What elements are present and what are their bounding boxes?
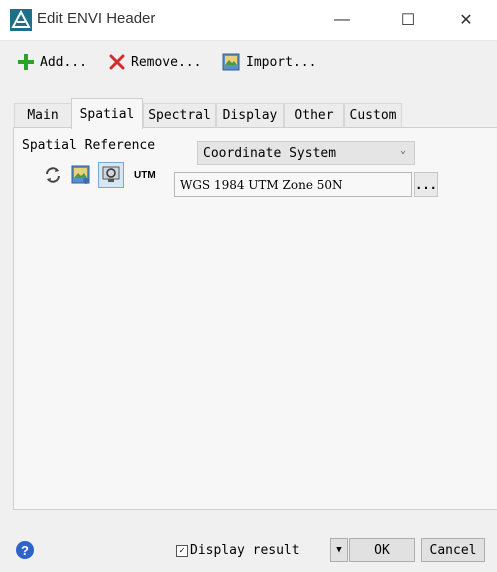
import-label: Import... [246, 54, 317, 70]
tab-display[interactable]: Display [216, 103, 284, 127]
import-button[interactable]: Import... [222, 50, 316, 74]
chevron-down-icon: ⌄ [399, 145, 406, 156]
ok-dropdown-button[interactable]: ▼ [330, 538, 348, 562]
browse-projection-button[interactable]: ... [414, 172, 438, 197]
tab-spectral[interactable]: Spectral [143, 103, 216, 127]
browse-label: ... [415, 177, 437, 192]
maximize-button[interactable]: ☐ [386, 0, 430, 40]
projection-field[interactable]: WGS 1984 UTM Zone 50N [174, 172, 412, 197]
tab-other-label: Other [294, 108, 334, 123]
tab-display-label: Display [222, 108, 278, 123]
remove-x-icon [109, 54, 125, 70]
display-result-checkbox[interactable]: ✓ Display result [176, 543, 300, 558]
remove-button[interactable]: Remove... [109, 50, 201, 74]
tab-main-label: Main [27, 108, 59, 123]
image-georef-icon[interactable] [70, 164, 92, 186]
display-result-label: Display result [190, 543, 300, 558]
remove-label: Remove... [131, 54, 202, 70]
window-title: Edit ENVI Header [37, 10, 156, 27]
minimize-icon: — [334, 11, 350, 28]
tab-spatial-label: Spatial [79, 106, 135, 122]
utm-label: UTM [134, 169, 156, 181]
tab-main[interactable]: Main [14, 103, 72, 127]
plus-icon [18, 54, 34, 70]
refresh-icon[interactable] [42, 164, 64, 186]
checkbox-check-icon[interactable]: ✓ [176, 544, 188, 557]
ok-button[interactable]: OK [349, 538, 415, 562]
tab-custom-label: Custom [349, 108, 397, 123]
envi-app-icon [10, 9, 32, 31]
screen-projection-icon[interactable] [98, 162, 124, 188]
dropdown-arrow-icon: ▼ [336, 545, 342, 555]
add-button[interactable]: Add... [18, 50, 87, 74]
spatial-reference-toolbar: UTM [42, 162, 156, 188]
maximize-icon: ☐ [400, 12, 416, 29]
coordinate-system-value: Coordinate System [203, 145, 337, 161]
add-label: Add... [40, 54, 87, 70]
help-icon[interactable]: ? [16, 541, 34, 559]
ok-label: OK [374, 542, 390, 558]
spatial-reference-label: Spatial Reference [22, 138, 156, 153]
import-image-icon [222, 53, 240, 71]
close-button[interactable]: ✕ [444, 0, 488, 40]
cancel-button[interactable]: Cancel [421, 538, 485, 562]
tab-custom[interactable]: Custom [344, 103, 402, 127]
minimize-button[interactable]: — [320, 0, 364, 40]
close-icon: ✕ [459, 12, 473, 29]
help-glyph: ? [21, 542, 29, 558]
tab-other[interactable]: Other [284, 103, 344, 127]
projection-value: WGS 1984 UTM Zone 50N [180, 177, 343, 192]
tab-spatial[interactable]: Spatial [71, 98, 143, 129]
coordinate-system-select[interactable]: Coordinate System ⌄ [197, 141, 415, 165]
tab-spectral-label: Spectral [148, 108, 211, 123]
cancel-label: Cancel [429, 542, 477, 558]
